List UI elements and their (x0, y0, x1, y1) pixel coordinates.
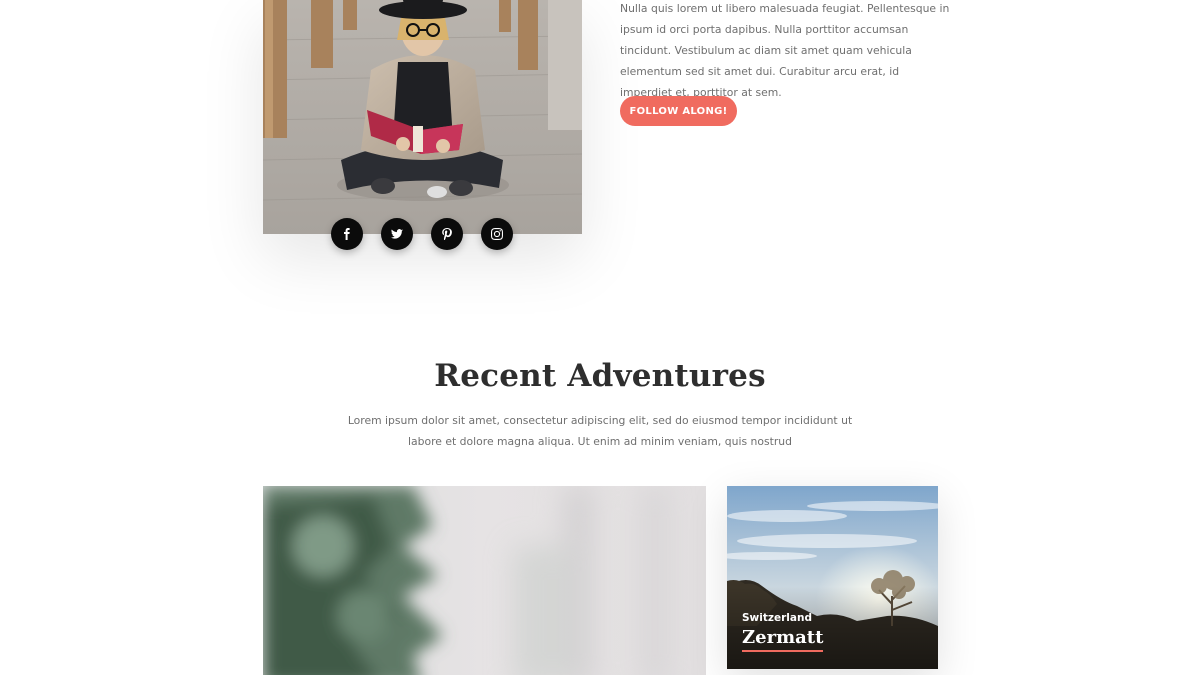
follow-along-button[interactable]: FOLLOW ALONG! (620, 96, 737, 126)
section-description: Lorem ipsum dolor sit amet, consectetur … (347, 414, 853, 448)
section-title: Recent Adventures (434, 358, 766, 394)
instagram-icon[interactable] (481, 218, 513, 250)
card-title-link[interactable]: Zermatt (742, 627, 824, 652)
author-photo-card (263, 0, 582, 234)
author-photo (263, 0, 582, 234)
adventure-card-zermatt[interactable]: Switzerland Zermatt (727, 486, 938, 669)
pinterest-icon[interactable] (431, 218, 463, 250)
twitter-icon[interactable] (381, 218, 413, 250)
about-paragraph: Nulla quis lorem ut libero malesuada feu… (620, 2, 950, 99)
social-links (331, 218, 513, 250)
facebook-icon[interactable] (331, 218, 363, 250)
card-location: Switzerland (742, 612, 812, 624)
adventure-card-featured[interactable] (263, 486, 706, 675)
forest-image (263, 486, 706, 675)
